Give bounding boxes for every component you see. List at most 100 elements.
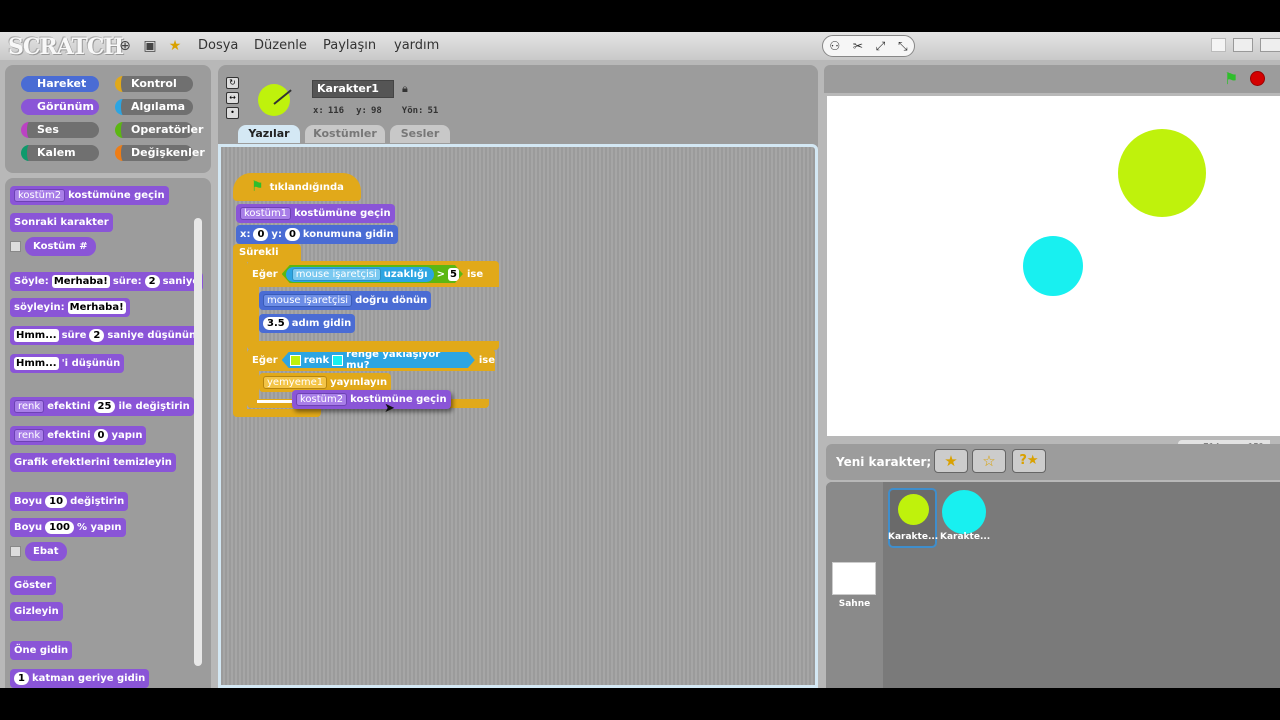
effect-value-input[interactable]: 25 [93,400,116,413]
rotate-style-icon[interactable]: ↻ [226,77,239,89]
distance-reporter[interactable]: mouse işaretçisi uzaklığı [286,267,434,282]
x-input[interactable]: 0 [253,228,269,241]
greater-than-operator[interactable]: mouse işaretçisi uzaklığı > 5 [282,265,463,283]
if-block-color[interactable]: Eğer renk renge yaklaşıyor mu? ise [247,349,495,371]
palette-scrollbar[interactable] [194,218,202,666]
say-message-input[interactable]: Merhaba! [67,301,126,314]
think-message-input[interactable]: Hmm... [14,329,59,342]
block-set-size[interactable]: Boyu 100 % yapın [10,518,126,537]
size-checkbox[interactable] [10,546,21,557]
category-control[interactable]: Kontrol [115,76,193,92]
block-goto-xy[interactable]: x: 0 y: 0 konumuna gidin [236,225,398,244]
tab-costumes[interactable]: Kostümler [305,125,385,143]
sprite-green-circle[interactable] [1118,129,1206,217]
color-touching-color-predicate[interactable]: renk renge yaklaşıyor mu? [282,352,475,368]
block-say-for[interactable]: Söyle: Merhaba! süre: 2 saniye [10,272,204,291]
block-clear-effects[interactable]: Grafik efektlerini temizleyin [10,453,176,472]
save-icon[interactable]: ▣ [141,37,159,55]
tab-scripts[interactable]: Yazılar [238,125,300,143]
color-swatch-2[interactable] [332,355,343,366]
normal-stage-icon[interactable] [1233,38,1253,52]
grow-icon[interactable]: ⤢ [876,39,886,54]
duplicate-icon[interactable]: ⚇ [829,39,840,53]
category-variables[interactable]: Değişkenler [115,145,205,161]
cut-icon[interactable]: ✂ [853,39,863,53]
category-motion[interactable]: Hareket [21,76,99,92]
size-value-input[interactable]: 100 [45,521,75,534]
block-go-back[interactable]: 1 katman geriye gidin [10,669,150,688]
choose-sprite-from-file-icon[interactable]: ☆ [972,449,1006,473]
stop-icon[interactable] [1250,71,1265,86]
color-swatch-1[interactable] [290,355,301,366]
if-block-distance[interactable]: Eğer mouse işaretçisi uzaklığı > 5 ise [247,261,499,287]
random-sprite-icon[interactable]: ?★ [1012,449,1046,473]
sprite-tile-1[interactable]: Karakte... [888,488,938,548]
shrink-icon[interactable]: ⤡ [898,39,908,54]
size-change-input[interactable]: 10 [45,495,68,508]
forever-block[interactable]: Sürekli [233,244,301,262]
say-message-input[interactable]: Merhaba! [51,275,110,288]
compare-value-input[interactable]: 5 [448,268,459,281]
costume-dropdown[interactable]: kostüm2 [14,189,66,202]
block-text: efektini [47,401,91,412]
block-say[interactable]: söyleyin: Merhaba! [10,298,130,317]
block-show[interactable]: Göster [10,576,56,595]
script-area[interactable]: ⚑ tıklandığında kostüm1 kostümüne geçin … [218,144,818,688]
category-sensing[interactable]: Algılama [115,99,193,115]
object-dropdown[interactable]: mouse işaretçisi [263,294,353,307]
stage[interactable] [827,96,1280,436]
layer-input[interactable]: 1 [14,672,29,685]
presentation-mode-icon[interactable] [1260,38,1280,52]
block-hide[interactable]: Gizleyin [10,602,63,621]
block-change-effect[interactable]: renk efektini 25 ile değiştirin [10,397,194,416]
y-input[interactable]: 0 [284,228,300,241]
no-rotate-icon[interactable]: • [226,107,239,119]
block-size-reporter[interactable]: Ebat [25,542,67,561]
sprite-tile-2[interactable]: Karakte... [940,488,990,548]
block-think[interactable]: Hmm... 'i düşünün [10,354,125,373]
flip-style-icon[interactable]: ↔ [226,92,239,104]
block-point-towards[interactable]: mouse işaretçisi doğru dönün [259,291,432,310]
block-costume-number[interactable]: Kostüm # [25,237,96,256]
block-switch-costume-dragged[interactable]: kostüm2 kostümüne geçin [292,390,451,409]
block-think-for[interactable]: Hmm... süre 2 saniye düşünün [10,326,201,345]
small-stage-icon[interactable] [1211,38,1226,52]
tab-sounds[interactable]: Sesler [390,125,450,143]
block-change-size[interactable]: Boyu 10 değiştirin [10,492,129,511]
when-flag-clicked-block[interactable]: ⚑ tıklandığında [233,173,361,201]
paint-new-sprite-icon[interactable]: ★ [934,449,968,473]
steps-input[interactable]: 3.5 [263,317,289,330]
menu-edit[interactable]: Düzenle [254,38,307,53]
lock-icon[interactable]: 🔒︎ [402,82,408,96]
costume-dropdown[interactable]: kostüm2 [296,393,348,406]
costume-number-checkbox[interactable] [10,241,21,252]
globe-icon[interactable]: ⊕ [116,37,134,55]
category-sound[interactable]: Ses [21,122,99,138]
sprite-name-input[interactable]: Karakter1 [312,80,394,98]
green-flag-icon[interactable]: ⚑ [1224,69,1238,88]
block-set-effect[interactable]: renk efektini 0 yapın [10,426,147,445]
think-seconds-input[interactable]: 2 [89,329,105,342]
menu-help[interactable]: yardım [394,38,439,53]
block-next-costume[interactable]: Sonraki karakter [10,213,113,232]
think-message-input[interactable]: Hmm... [14,357,59,370]
menu-share[interactable]: Paylaşın [323,38,376,53]
block-move-steps[interactable]: 3.5 adım gidin [259,314,356,333]
stage-thumbnail[interactable] [832,562,876,595]
say-seconds-input[interactable]: 2 [144,275,160,288]
message-dropdown[interactable]: yemyeme1 [263,376,328,389]
object-dropdown[interactable]: mouse işaretçisi [292,268,381,281]
share-icon[interactable]: ★ [166,37,184,55]
category-looks[interactable]: Görünüm [21,99,99,115]
category-pen[interactable]: Kalem [21,145,99,161]
block-go-front[interactable]: Öne gidin [10,641,73,660]
effect-value-input[interactable]: 0 [93,429,109,442]
block-switch-costume[interactable]: kostüm2 kostümüne geçin [10,186,169,205]
menu-file[interactable]: Dosya [198,38,238,53]
sprite-cyan-circle[interactable] [1023,236,1083,296]
category-operators[interactable]: Operatörler [115,122,203,138]
effect-dropdown[interactable]: renk [14,429,45,442]
block-switch-costume[interactable]: kostüm1 kostümüne geçin [236,204,395,223]
effect-dropdown[interactable]: renk [14,400,45,413]
costume-dropdown[interactable]: kostüm1 [240,207,292,220]
